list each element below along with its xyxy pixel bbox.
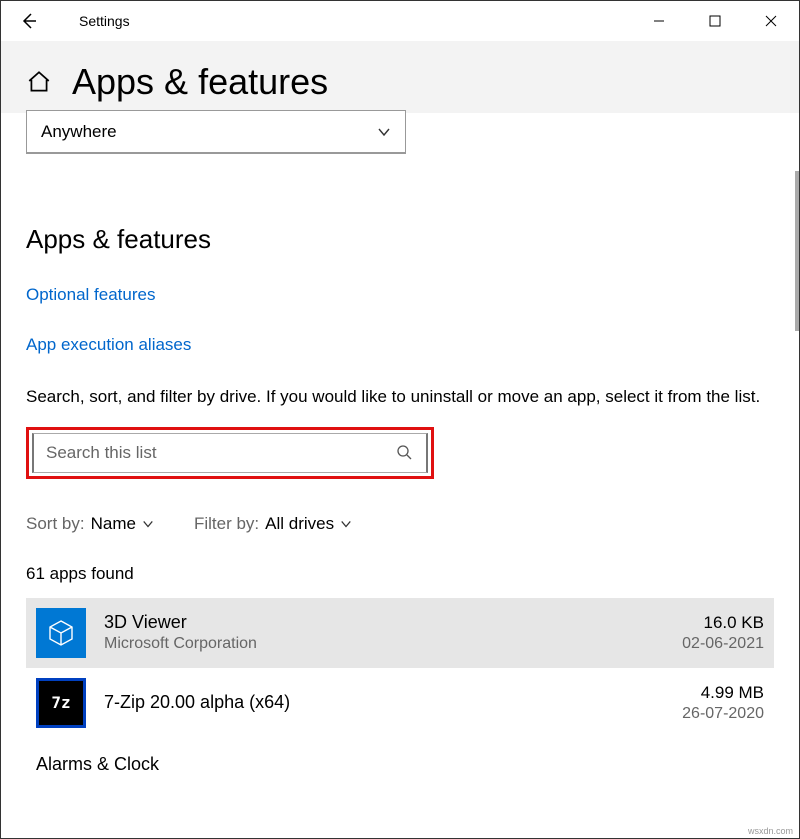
app-execution-aliases-link[interactable]: App execution aliases bbox=[26, 335, 774, 355]
page-header: Apps & features bbox=[1, 41, 799, 113]
home-icon[interactable] bbox=[26, 69, 52, 95]
cube-icon bbox=[46, 618, 76, 648]
app-name: 7-Zip 20.00 alpha (x64) bbox=[104, 692, 664, 713]
arrow-left-icon bbox=[19, 11, 39, 31]
scrollbar-thumb[interactable] bbox=[795, 171, 799, 331]
app-date: 26-07-2020 bbox=[682, 705, 764, 723]
minimize-button[interactable] bbox=[631, 1, 687, 41]
section-title: Apps & features bbox=[26, 224, 774, 255]
chevron-down-icon bbox=[340, 518, 352, 530]
install-source-dropdown[interactable]: Anywhere bbox=[26, 110, 406, 154]
window-title: Settings bbox=[79, 13, 130, 29]
app-name: Alarms & Clock bbox=[36, 754, 764, 775]
app-row[interactable]: 7z 7-Zip 20.00 alpha (x64) 4.99 MB 26-07… bbox=[26, 668, 774, 738]
filter-by-dropdown[interactable]: Filter by: All drives bbox=[194, 514, 352, 534]
filter-label: Filter by: bbox=[194, 514, 259, 534]
search-highlight bbox=[26, 427, 434, 479]
app-name: 3D Viewer bbox=[104, 612, 664, 633]
close-icon bbox=[765, 15, 777, 27]
app-row[interactable]: Alarms & Clock bbox=[26, 738, 774, 785]
help-text: Search, sort, and filter by drive. If yo… bbox=[26, 385, 774, 409]
sort-by-dropdown[interactable]: Sort by: Name bbox=[26, 514, 154, 534]
watermark: wsxdn.com bbox=[748, 826, 793, 836]
search-icon bbox=[396, 444, 414, 462]
maximize-button[interactable] bbox=[687, 1, 743, 41]
window-controls bbox=[631, 1, 799, 41]
search-input[interactable] bbox=[46, 443, 396, 463]
app-date: 02-06-2021 bbox=[682, 635, 764, 653]
app-size: 16.0 KB bbox=[682, 613, 764, 633]
minimize-icon bbox=[653, 15, 665, 27]
filter-value: All drives bbox=[265, 514, 334, 534]
app-row[interactable]: 3D Viewer Microsoft Corporation 16.0 KB … bbox=[26, 598, 774, 668]
search-box[interactable] bbox=[32, 433, 428, 473]
optional-features-link[interactable]: Optional features bbox=[26, 285, 774, 305]
chevron-down-icon bbox=[377, 125, 391, 139]
apps-count: 61 apps found bbox=[26, 564, 774, 584]
back-button[interactable] bbox=[11, 3, 47, 39]
app-list: 3D Viewer Microsoft Corporation 16.0 KB … bbox=[26, 598, 774, 785]
app-icon-3dviewer bbox=[36, 608, 86, 658]
sort-value: Name bbox=[91, 514, 136, 534]
chevron-down-icon bbox=[142, 518, 154, 530]
page-title: Apps & features bbox=[72, 61, 328, 103]
install-source-value: Anywhere bbox=[41, 122, 117, 142]
titlebar: Settings bbox=[1, 1, 799, 41]
maximize-icon bbox=[709, 15, 721, 27]
sort-label: Sort by: bbox=[26, 514, 85, 534]
content-area: Anywhere Apps & features Optional featur… bbox=[1, 110, 799, 785]
sort-filter-row: Sort by: Name Filter by: All drives bbox=[26, 514, 774, 534]
app-size: 4.99 MB bbox=[682, 683, 764, 703]
app-publisher: Microsoft Corporation bbox=[104, 635, 664, 653]
app-icon-7zip: 7z bbox=[36, 678, 86, 728]
close-button[interactable] bbox=[743, 1, 799, 41]
